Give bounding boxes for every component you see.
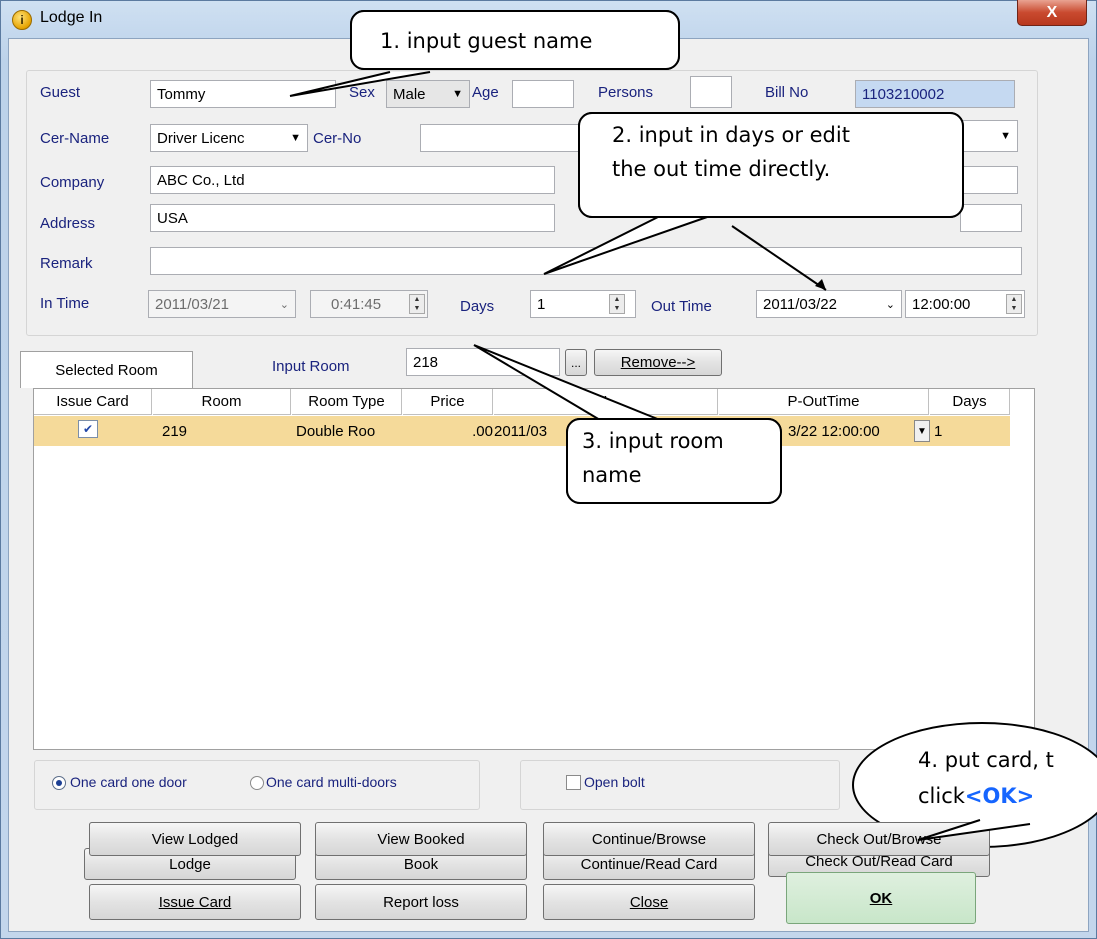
extra-select[interactable]: ▼ [958, 120, 1018, 152]
spin-updown-icon[interactable]: ▲ ▼ [409, 294, 425, 314]
cer-name-select-value: Driver Licenc [157, 129, 245, 147]
check-out-browse-button[interactable]: Check Out/Browse [768, 822, 990, 856]
in-date-value: 2011/03/21 [155, 295, 229, 313]
chevron-down-icon: ▼ [1000, 130, 1011, 142]
row-out-time: 3/22 12:00:00 [788, 416, 913, 446]
app-icon: i [12, 10, 32, 30]
open-bolt-label[interactable]: Open bolt [584, 774, 645, 790]
extra-field-2[interactable] [960, 204, 1022, 232]
callout-4-keyword: <OK> [964, 784, 1035, 808]
in-clock-field[interactable]: 0:41:45 ▲ ▼ [310, 290, 428, 318]
callout-4-line-1: 4. put card, t [918, 748, 1054, 772]
row-days: 1 [934, 416, 974, 446]
input-room-label: Input Room [272, 358, 350, 375]
radio-one-card-one-door[interactable] [52, 776, 66, 790]
bill-no-field[interactable]: 1103210002 [855, 80, 1015, 108]
sex-select[interactable]: Male ▼ [386, 80, 470, 108]
cer-name-select[interactable]: Driver Licenc ▼ [150, 124, 308, 152]
cer-no-label: Cer-No [313, 130, 362, 147]
grid-header-out-time[interactable]: P-OutTime [719, 389, 929, 415]
grid-header-price[interactable]: Price [403, 389, 493, 415]
callout-3-front-line-2: name [582, 463, 642, 487]
persons-field[interactable] [690, 76, 732, 108]
callout-2-front-line-1: 2. input in days or edit [612, 123, 850, 147]
callout-1-front: 1. input guest name [350, 10, 680, 70]
chevron-down-icon: ▼ [452, 88, 463, 100]
age-field[interactable] [512, 80, 574, 108]
one-card-one-door-label[interactable]: One card one door [70, 774, 187, 790]
in-date-picker[interactable]: 2011/03/21 ⌄ [148, 290, 296, 318]
input-room-field[interactable]: 218 [406, 348, 560, 376]
cer-name-label: Cer-Name [40, 130, 110, 147]
company-field[interactable]: ABC Co., Ltd [150, 166, 555, 194]
persons-label: Persons [598, 84, 654, 101]
out-date-picker[interactable]: 2011/03/22 ⌄ [756, 290, 902, 318]
room-grid[interactable]: Issue Card Room Room Type Price I P-OutT… [33, 388, 1035, 750]
continue-browse-button[interactable]: Continue/Browse [543, 822, 755, 856]
callout-3-front-line-1: 3. input room [582, 429, 724, 453]
address-field[interactable]: USA [150, 204, 555, 232]
remove-room-label: Remove--> [620, 354, 696, 371]
bill-no-label: Bill No [765, 84, 809, 101]
sex-label: Sex [349, 84, 375, 101]
chevron-down-icon: ⌄ [885, 298, 895, 311]
issue-card-checkbox[interactable]: ✔ [78, 420, 98, 438]
open-bolt-checkbox[interactable] [566, 775, 581, 790]
row-room-type: Double Roo [296, 416, 400, 446]
row-price: .00 [403, 416, 493, 446]
grid-header-days[interactable]: Days [930, 389, 1010, 415]
radio-dot-icon [56, 780, 62, 786]
view-booked-button[interactable]: View Booked [315, 822, 527, 856]
out-clock-field[interactable]: 12:00:00 ▲ ▼ [905, 290, 1025, 318]
remove-room-button[interactable]: Remove--> [594, 349, 722, 376]
browse-room-button[interactable]: ... [565, 349, 587, 376]
chevron-down-icon[interactable]: ▼ [914, 420, 930, 442]
days-label: Days [460, 298, 495, 315]
grid-header-room-type[interactable]: Room Type [292, 389, 402, 415]
callout-4-line-2-prefix: click [918, 784, 965, 808]
out-time-label: Out Time [651, 298, 712, 315]
address-label: Address [40, 215, 96, 232]
remark-field[interactable] [150, 247, 1022, 275]
guest-name-field[interactable]: Tommy [150, 80, 336, 108]
grid-header-in-time[interactable]: I [494, 389, 718, 415]
one-card-multi-doors-label[interactable]: One card multi-doors [266, 774, 397, 790]
issue-card-label: Issue Card [158, 893, 232, 911]
report-loss-button[interactable]: Report loss [315, 884, 527, 920]
tab-selected-room[interactable]: Selected Room [20, 351, 193, 388]
age-label: Age [472, 84, 499, 101]
callout-2-front: 2. input in days or edit the out time di… [578, 112, 964, 218]
ok-button[interactable]: OK [786, 872, 976, 924]
out-clock-value: 12:00:00 [912, 296, 971, 313]
days-value: 1 [537, 296, 546, 313]
row-room: 219 [162, 416, 282, 446]
view-lodged-button[interactable]: View Lodged [89, 822, 301, 856]
callout-1-front-text: 1. input guest name [380, 29, 593, 53]
issue-card-button[interactable]: Issue Card [89, 884, 301, 920]
grid-header-issue-card[interactable]: Issue Card [34, 389, 152, 415]
radio-one-card-multi-doors[interactable] [250, 776, 264, 790]
spin-updown-icon[interactable]: ▲ ▼ [609, 294, 625, 314]
callout-2-front-line-2: the out time directly. [612, 157, 831, 181]
spin-updown-icon[interactable]: ▲ ▼ [1006, 294, 1022, 314]
out-date-value: 2011/03/22 [763, 295, 837, 313]
guest-label: Guest [40, 84, 81, 101]
callout-3-front: 3. input room name [566, 418, 782, 504]
sex-select-value: Male [393, 85, 426, 103]
in-clock-value: 0:41:45 [331, 296, 382, 313]
days-field[interactable]: 1 ▲ ▼ [530, 290, 636, 318]
close-window-button[interactable]: X [1017, 0, 1087, 26]
close-button[interactable]: Close [543, 884, 755, 920]
chevron-down-icon: ▼ [290, 132, 301, 144]
remark-label: Remark [40, 255, 93, 272]
extra-field-1[interactable] [960, 166, 1018, 194]
cer-no-field[interactable] [420, 124, 580, 152]
close-label: Close [629, 893, 669, 911]
grid-header-room[interactable]: Room [153, 389, 291, 415]
company-label: Company [40, 174, 105, 191]
in-time-label: In Time [40, 295, 90, 312]
callout-4-text: 4. put card, t click<OK> [918, 742, 1054, 814]
window-title: Lodge In [40, 9, 103, 26]
chevron-down-icon: ⌄ [279, 298, 289, 311]
